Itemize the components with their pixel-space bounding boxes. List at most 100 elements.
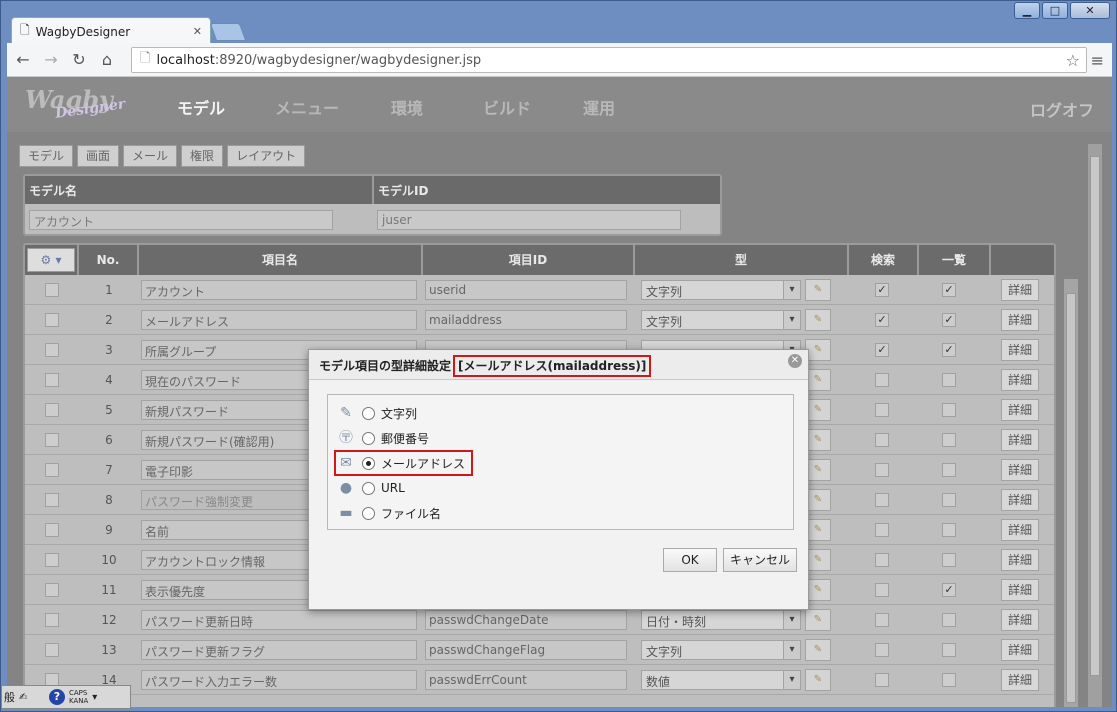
model-id-input[interactable]: juser <box>377 210 681 230</box>
page-scrollbar[interactable] <box>1088 144 1102 707</box>
radio-filename[interactable] <box>362 506 375 520</box>
close-window-button[interactable]: ✕ <box>1070 2 1110 19</box>
field-id-input[interactable]: passwdChangeFlag <box>425 640 627 660</box>
browser-tab[interactable]: 🗋 WagbyDesigner ✕ <box>11 17 211 45</box>
list-checkbox[interactable] <box>942 613 956 627</box>
search-checkbox[interactable] <box>875 673 889 687</box>
nav-environment[interactable]: 環境 <box>391 95 483 119</box>
search-checkbox[interactable]: ✓ <box>875 283 889 297</box>
type-detail-icon[interactable]: ✎ <box>805 279 831 301</box>
type-detail-icon[interactable]: ✎ <box>805 669 831 691</box>
field-id-input[interactable]: passwdErrCount <box>425 670 627 690</box>
detail-button[interactable]: 詳細 <box>1001 339 1039 361</box>
page-scroll-thumb[interactable] <box>1090 156 1100 676</box>
search-checkbox[interactable] <box>875 433 889 447</box>
close-tab-icon[interactable]: ✕ <box>193 25 202 38</box>
search-checkbox[interactable] <box>875 583 889 597</box>
field-type-select[interactable]: 文字列 <box>641 280 801 300</box>
search-checkbox[interactable] <box>875 553 889 567</box>
type-detail-icon[interactable]: ✎ <box>805 309 831 331</box>
field-name-input[interactable]: アカウント <box>141 280 417 300</box>
gear-menu-button[interactable]: ⚙ ▾ <box>27 248 75 272</box>
list-checkbox[interactable] <box>942 673 956 687</box>
option-filename[interactable]: ▬ ファイル名 <box>336 503 441 523</box>
back-icon[interactable]: ← <box>11 48 35 72</box>
detail-button[interactable]: 詳細 <box>1001 579 1039 601</box>
search-checkbox[interactable] <box>875 613 889 627</box>
search-checkbox[interactable]: ✓ <box>875 313 889 327</box>
row-select-checkbox[interactable] <box>45 553 59 567</box>
search-checkbox[interactable] <box>875 643 889 657</box>
row-select-checkbox[interactable] <box>45 583 59 597</box>
list-checkbox[interactable]: ✓ <box>942 343 956 357</box>
field-name-input[interactable]: パスワード更新フラグ <box>141 640 417 660</box>
cancel-button[interactable]: キャンセル <box>723 548 797 572</box>
subtab-permission[interactable]: 権限 <box>181 145 224 167</box>
grid-scrollbar[interactable] <box>1064 279 1078 707</box>
row-select-checkbox[interactable] <box>45 313 59 327</box>
subtab-screen[interactable]: 画面 <box>77 145 120 167</box>
detail-button[interactable]: 詳細 <box>1001 639 1039 661</box>
detail-button[interactable]: 詳細 <box>1001 549 1039 571</box>
ime-tool-icon[interactable]: ✍ <box>19 692 45 703</box>
radio-url[interactable] <box>362 481 375 495</box>
detail-button[interactable]: 詳細 <box>1001 429 1039 451</box>
field-type-select[interactable]: 文字列 <box>641 640 801 660</box>
address-bar[interactable]: 🗋 localhost:8920/wagbydesigner/wagbydesi… <box>131 47 1087 73</box>
detail-button[interactable]: 詳細 <box>1001 489 1039 511</box>
row-select-checkbox[interactable] <box>45 403 59 417</box>
field-id-input[interactable]: userid <box>425 280 627 300</box>
minimize-button[interactable]: ▁ <box>1014 2 1040 19</box>
option-mail[interactable]: ✉ メールアドレス <box>334 450 474 476</box>
ok-button[interactable]: OK <box>663 548 717 572</box>
subtab-mail[interactable]: メール <box>123 145 178 167</box>
search-checkbox[interactable]: ✓ <box>875 343 889 357</box>
nav-operation[interactable]: 運用 <box>583 95 643 119</box>
row-select-checkbox[interactable] <box>45 613 59 627</box>
forward-icon[interactable]: → <box>39 48 63 72</box>
radio-mail[interactable] <box>362 456 375 470</box>
list-checkbox[interactable] <box>942 433 956 447</box>
ime-menu-icon[interactable]: ▾ <box>92 692 97 703</box>
type-detail-icon[interactable]: ✎ <box>805 639 831 661</box>
row-select-checkbox[interactable] <box>45 463 59 477</box>
search-checkbox[interactable] <box>875 523 889 537</box>
field-type-select[interactable]: 数値 <box>641 670 801 690</box>
subtab-model[interactable]: モデル <box>19 145 74 167</box>
row-select-checkbox[interactable] <box>45 523 59 537</box>
detail-button[interactable]: 詳細 <box>1001 459 1039 481</box>
search-checkbox[interactable] <box>875 493 889 507</box>
option-string[interactable]: ✎ 文字列 <box>336 403 417 423</box>
row-select-checkbox[interactable] <box>45 433 59 447</box>
list-checkbox[interactable]: ✓ <box>942 313 956 327</box>
field-id-input[interactable]: passwdChangeDate <box>425 610 627 630</box>
list-checkbox[interactable] <box>942 373 956 387</box>
search-checkbox[interactable] <box>875 373 889 387</box>
detail-button[interactable]: 詳細 <box>1001 369 1039 391</box>
field-name-input[interactable]: パスワード更新日時 <box>141 610 417 630</box>
detail-button[interactable]: 詳細 <box>1001 669 1039 691</box>
row-select-checkbox[interactable] <box>45 373 59 387</box>
detail-button[interactable]: 詳細 <box>1001 609 1039 631</box>
list-checkbox[interactable] <box>942 553 956 567</box>
row-select-checkbox[interactable] <box>45 643 59 657</box>
list-checkbox[interactable]: ✓ <box>942 583 956 597</box>
ime-mode[interactable]: 般 <box>4 689 15 705</box>
bookmark-star-icon[interactable]: ☆ <box>1066 51 1080 70</box>
list-checkbox[interactable]: ✓ <box>942 283 956 297</box>
home-icon[interactable]: ⌂ <box>95 48 119 72</box>
detail-button[interactable]: 詳細 <box>1001 309 1039 331</box>
grid-scroll-thumb[interactable] <box>1066 293 1076 703</box>
nav-model[interactable]: モデル <box>177 95 275 119</box>
maximize-button[interactable]: □ <box>1042 2 1068 19</box>
nav-menu[interactable]: メニュー <box>275 95 391 119</box>
new-tab-button[interactable] <box>209 23 247 41</box>
field-name-input[interactable]: メールアドレス <box>141 310 417 330</box>
field-type-select[interactable]: 日付・時刻 <box>641 610 801 630</box>
field-name-input[interactable]: パスワード入力エラー数 <box>141 670 417 690</box>
type-detail-icon[interactable]: ✎ <box>805 609 831 631</box>
detail-button[interactable]: 詳細 <box>1001 279 1039 301</box>
field-type-select[interactable]: 文字列 <box>641 310 801 330</box>
detail-button[interactable]: 詳細 <box>1001 519 1039 541</box>
radio-string[interactable] <box>362 406 375 420</box>
